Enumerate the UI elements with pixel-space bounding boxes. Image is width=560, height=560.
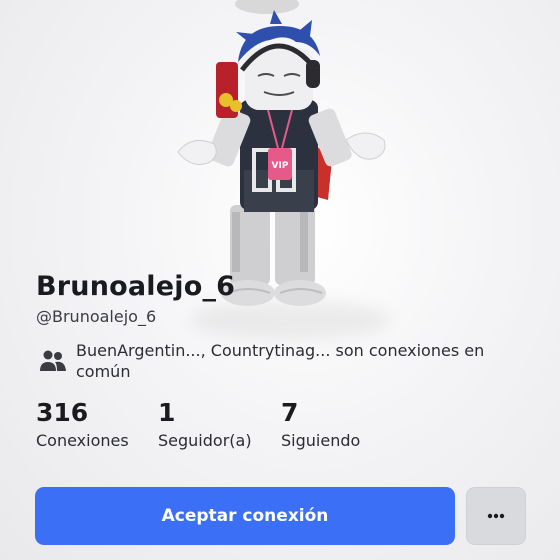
stat-label: Conexiones [36, 431, 129, 450]
mutual-connections-text: BuenArgentin..., Countrytinag... son con… [76, 341, 485, 381]
people-icon [40, 350, 66, 371]
ellipsis-icon [487, 513, 505, 519]
stat-value: 1 [158, 398, 176, 427]
svg-text:VIP: VIP [272, 161, 289, 171]
stat-following[interactable]: 7 Siguiendo [281, 396, 360, 452]
stat-value: 7 [281, 398, 299, 427]
display-name: Brunoalejo_6 [36, 271, 236, 302]
stat-label: Siguiendo [281, 431, 361, 450]
stat-connections[interactable]: 316 Conexiones [36, 396, 158, 452]
mutual-connections[interactable]: BuenArgentin..., Countrytinag... son con… [40, 340, 520, 382]
profile-stats: 316 Conexiones 1 Seguidor(a) 7 Siguiendo [36, 396, 360, 452]
profile-header: Brunoalejo_6 @Brunoalejo_6 [36, 270, 526, 328]
stat-followers[interactable]: 1 Seguidor(a) [158, 396, 281, 452]
username: @Brunoalejo_6 [36, 307, 157, 326]
stat-value: 316 [36, 398, 89, 427]
stat-label: Seguidor(a) [158, 431, 252, 450]
more-options-button[interactable] [466, 487, 526, 545]
accept-connection-button[interactable]: Aceptar conexión [35, 487, 455, 545]
